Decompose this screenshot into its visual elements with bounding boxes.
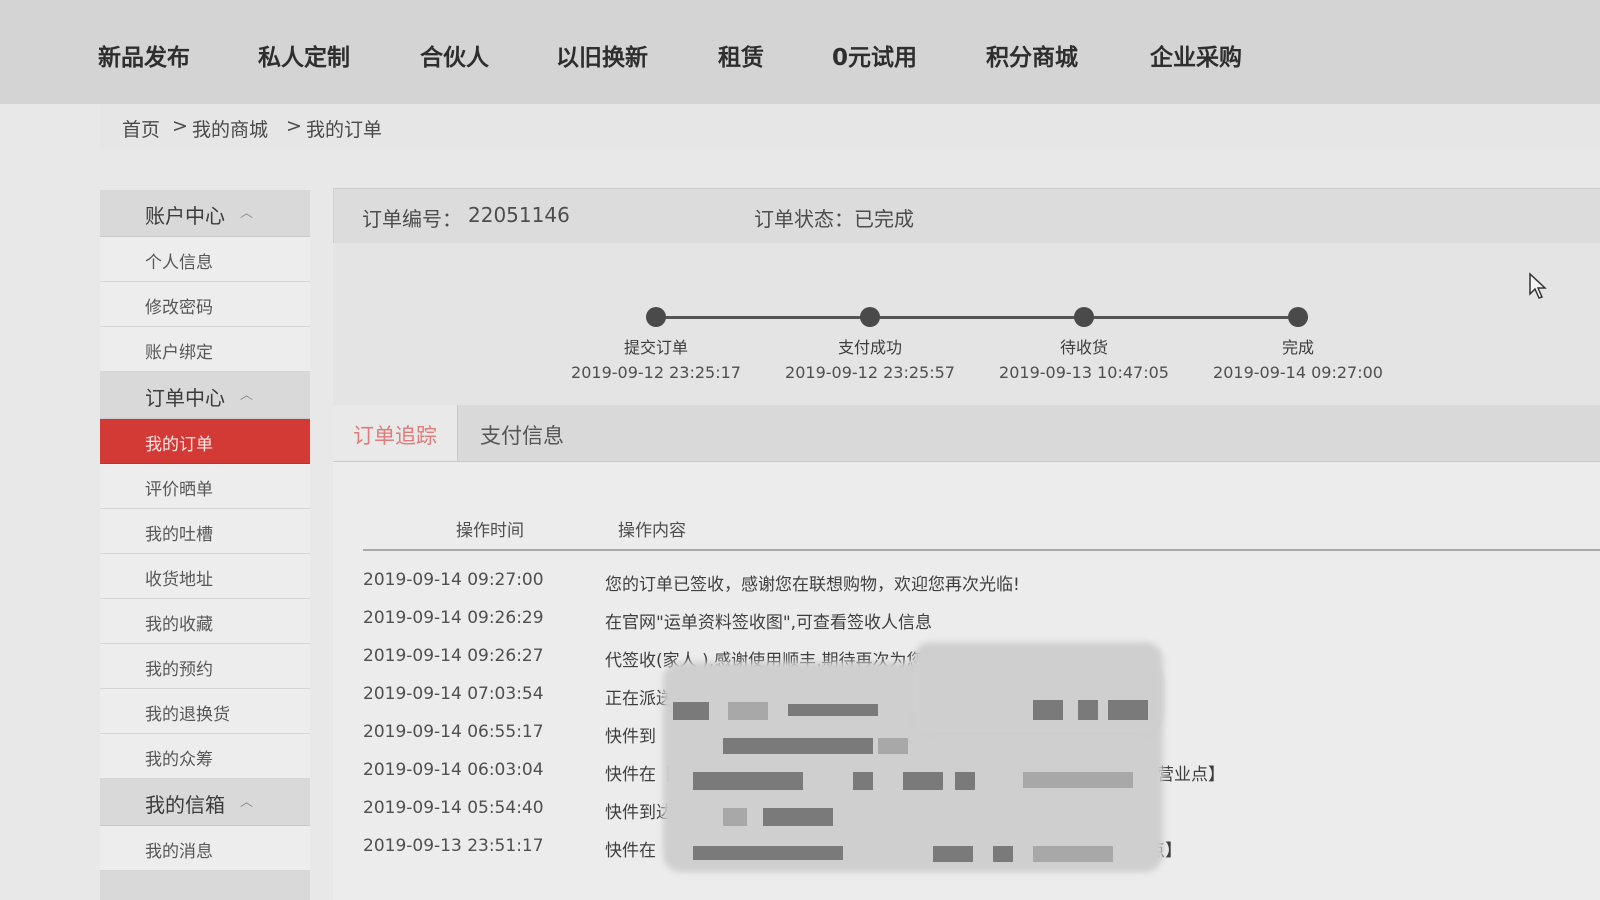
table-row: 2019-09-14 09:26:29 在官网"运单资料签收图",可查看签收人信… — [333, 602, 1600, 640]
row-time: 2019-09-14 06:03:04 — [363, 760, 544, 780]
sidebar-item-label: 我的消息 — [145, 842, 213, 862]
sidebar-item-reservations[interactable]: 我的预约 — [100, 644, 310, 689]
row-time: 2019-09-14 09:27:00 — [363, 570, 544, 590]
step-dot — [1074, 307, 1094, 327]
row-text: 快件到 — [605, 727, 656, 747]
table-row: 2019-09-14 09:27:00 您的订单已签收，感谢您在联想购物，欢迎您… — [333, 564, 1600, 602]
sidebar-item-label: 个人信息 — [145, 253, 213, 273]
sidebar-item-label: 我的众筹 — [145, 750, 213, 770]
row-time: 2019-09-14 05:54:40 — [363, 798, 544, 818]
tab-order-tracking[interactable]: 订单追踪 — [333, 405, 458, 461]
step-label: 待收货 — [1059, 338, 1108, 357]
tracking-table: 操作时间 操作内容 2019-09-14 09:27:00 您的订单已签收，感谢… — [333, 462, 1600, 900]
step-label: 支付成功 — [837, 338, 902, 357]
sidebar-item-label: 修改密码 — [145, 298, 213, 318]
step-label: 完成 — [1281, 338, 1314, 357]
step-dot — [860, 307, 880, 327]
sidebar-section-title: 账户中心 — [145, 204, 225, 228]
row-time: 2019-09-14 09:26:27 — [363, 646, 544, 666]
chevron-up-icon: ︿ — [240, 388, 254, 403]
sidebar-item-crowdfunding[interactable]: 我的众筹 — [100, 734, 310, 779]
sidebar-item-favorites[interactable]: 我的收藏 — [100, 599, 310, 644]
sidebar-item-label: 评价晒单 — [145, 480, 213, 500]
sidebar: 账户中心 ︿ 个人信息 修改密码 账户绑定 订单中心 ︿ 我的订单 评价晒单 我… — [100, 190, 310, 900]
tab-label: 支付信息 — [480, 424, 564, 448]
sidebar-item-complaints[interactable]: 我的吐槽 — [100, 509, 310, 554]
sidebar-section-orders[interactable]: 订单中心 ︿ — [100, 372, 310, 419]
order-number: 22051146 — [468, 203, 570, 227]
mouse-cursor-icon — [1529, 272, 1547, 299]
sidebar-item-label: 我的预约 — [145, 660, 213, 680]
breadcrumb: 首页 > 我的商城 > 我的订单 — [100, 104, 1600, 150]
sidebar-item-returns[interactable]: 我的退换货 — [100, 689, 310, 734]
row-time: 2019-09-14 06:55:17 — [363, 722, 544, 742]
step-label: 提交订单 — [623, 338, 688, 357]
sidebar-item-label: 我的订单 — [145, 435, 213, 455]
step-time: 2019-09-12 23:25:17 — [571, 363, 741, 382]
nav-enterprise[interactable]: 企业采购 — [1150, 38, 1242, 72]
breadcrumb-my-mall[interactable]: 我的商城 — [192, 115, 268, 142]
sidebar-item-password[interactable]: 修改密码 — [100, 282, 310, 327]
row-text: 在官网"运单资料签收图",可查看签收人信息 — [605, 613, 933, 633]
row-text: 您的订单已签收，感谢您在联想购物，欢迎您再次光临! — [605, 575, 1020, 595]
sidebar-section-title: 订单中心 — [145, 386, 225, 410]
nav-rental[interactable]: 租赁 — [718, 38, 764, 72]
breadcrumb-current: 我的订单 — [306, 119, 383, 141]
sidebar-section-account[interactable]: 账户中心 ︿ — [100, 190, 310, 237]
sidebar-item-label: 我的收藏 — [145, 615, 213, 635]
sidebar-item-my-orders[interactable]: 我的订单 — [100, 419, 310, 464]
sidebar-item-label: 我的退换货 — [145, 705, 230, 725]
sidebar-item-reviews[interactable]: 评价晒单 — [100, 464, 310, 509]
order-number-label: 订单编号： — [362, 207, 462, 231]
order-status-label: 订单状态： — [754, 207, 854, 231]
sidebar-section-mailbox[interactable]: 我的信箱 ︿ — [100, 779, 310, 826]
sidebar-section-next[interactable] — [100, 871, 310, 900]
row-time: 2019-09-13 23:51:17 — [363, 836, 544, 856]
sidebar-item-label: 账户绑定 — [145, 343, 213, 363]
progress-track-line — [656, 316, 1308, 319]
breadcrumb-separator: > — [286, 115, 302, 137]
tab-label: 订单追踪 — [353, 424, 437, 448]
nav-new-release[interactable]: 新品发布 — [98, 38, 190, 72]
row-text-tail: 营业点】 — [1157, 765, 1225, 785]
row-time: 2019-09-14 07:03:54 — [363, 684, 544, 704]
step-time: 2019-09-14 09:27:00 — [1213, 363, 1383, 382]
nav-partner[interactable]: 合伙人 — [420, 38, 489, 72]
breadcrumb-separator: > — [172, 115, 188, 137]
column-header-time: 操作时间 — [456, 521, 524, 541]
step-dot — [1288, 307, 1308, 327]
order-header: 订单编号： 22051146 订单状态： 已完成 — [333, 188, 1600, 245]
breadcrumb-home[interactable]: 首页 — [122, 115, 160, 142]
order-status: 已完成 — [854, 207, 914, 231]
nav-free-trial[interactable]: 0元试用 — [832, 38, 917, 72]
column-header-content: 操作内容 — [618, 521, 686, 541]
step-dot — [646, 307, 666, 327]
sidebar-item-binding[interactable]: 账户绑定 — [100, 327, 310, 372]
row-text: 快件在 — [605, 841, 656, 861]
chevron-up-icon: ︿ — [240, 206, 254, 221]
nav-custom[interactable]: 私人定制 — [258, 38, 350, 72]
sidebar-item-label: 收货地址 — [145, 570, 213, 590]
nav-trade-in[interactable]: 以旧换新 — [556, 38, 648, 72]
order-tabs: 订单追踪 支付信息 — [333, 405, 1600, 462]
header-divider — [363, 549, 1600, 551]
sidebar-item-messages[interactable]: 我的消息 — [100, 826, 310, 871]
sidebar-section-title: 我的信箱 — [145, 793, 225, 817]
sidebar-item-profile[interactable]: 个人信息 — [100, 237, 310, 282]
step-time: 2019-09-13 10:47:05 — [999, 363, 1169, 382]
sidebar-item-label: 我的吐槽 — [145, 525, 213, 545]
chevron-up-icon: ︿ — [240, 795, 254, 810]
sidebar-item-address[interactable]: 收货地址 — [100, 554, 310, 599]
step-time: 2019-09-12 23:25:57 — [785, 363, 955, 382]
row-time: 2019-09-14 09:26:29 — [363, 608, 544, 628]
top-navigation: 新品发布 私人定制 合伙人 以旧换新 租赁 0元试用 积分商城 企业采购 — [0, 0, 1600, 104]
tab-payment-info[interactable]: 支付信息 — [458, 405, 598, 461]
nav-points-mall[interactable]: 积分商城 — [986, 38, 1078, 72]
order-progress: 提交订单 2019-09-12 23:25:17 支付成功 2019-09-12… — [333, 243, 1600, 405]
